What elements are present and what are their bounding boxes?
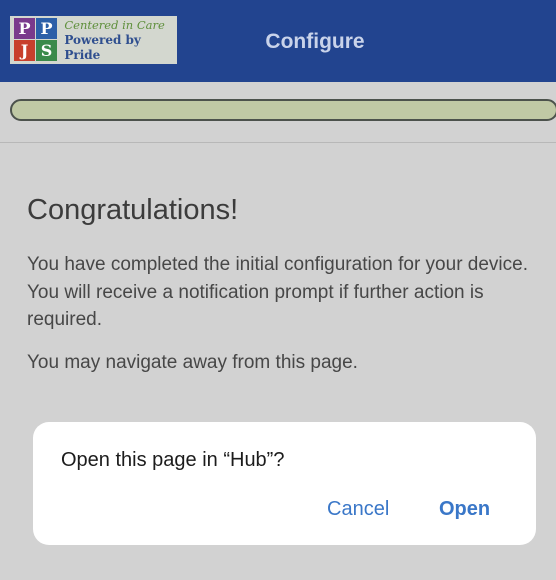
page-title: Configure	[265, 30, 365, 53]
cancel-button[interactable]: Cancel	[327, 498, 389, 521]
screen: P P J S Centered in Care Powered by Prid…	[0, 0, 556, 580]
navigate-away-message: You may navigate away from this page.	[27, 352, 358, 373]
progress-bar	[10, 99, 556, 121]
dialog-message: Open this page in “Hub”?	[61, 449, 285, 471]
open-in-app-dialog: Open this page in “Hub”? Cancel Open	[33, 422, 536, 545]
app-header: P P J S Centered in Care Powered by Prid…	[0, 0, 556, 82]
open-button[interactable]: Open	[439, 498, 490, 521]
congratulations-heading: Congratulations!	[27, 194, 239, 226]
divider	[0, 142, 556, 143]
completion-message: You have completed the initial configura…	[27, 254, 528, 330]
